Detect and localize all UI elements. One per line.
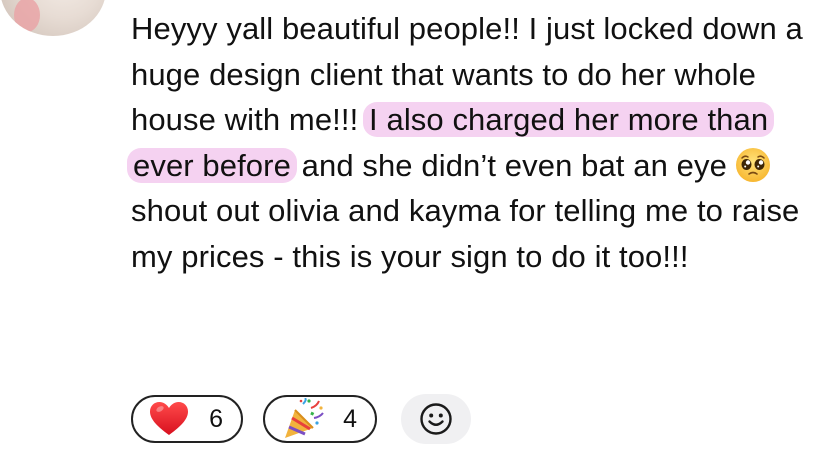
party-reaction-button[interactable]: 4 — [263, 395, 377, 443]
post-body: Heyyy yall beautiful people!! I just loc… — [127, 6, 831, 279]
avatar-photo-detail — [14, 0, 40, 32]
smiley-icon — [420, 403, 452, 435]
heart-reaction-count: 6 — [209, 404, 223, 433]
heart-icon — [150, 402, 188, 435]
post-text-middle: and she didn’t even bat an eye — [292, 147, 727, 183]
add-reaction-button[interactable] — [401, 394, 471, 444]
heart-reaction-button[interactable]: 6 — [131, 395, 243, 443]
pleading-face-icon — [735, 147, 770, 182]
post-text-outro: shout out olivia and kayma for telling m… — [131, 193, 800, 274]
party-reaction-count: 4 — [343, 404, 357, 433]
party-popper-icon — [285, 398, 324, 438]
avatar[interactable] — [0, 0, 106, 36]
reaction-bar: 6 4 — [131, 393, 471, 445]
